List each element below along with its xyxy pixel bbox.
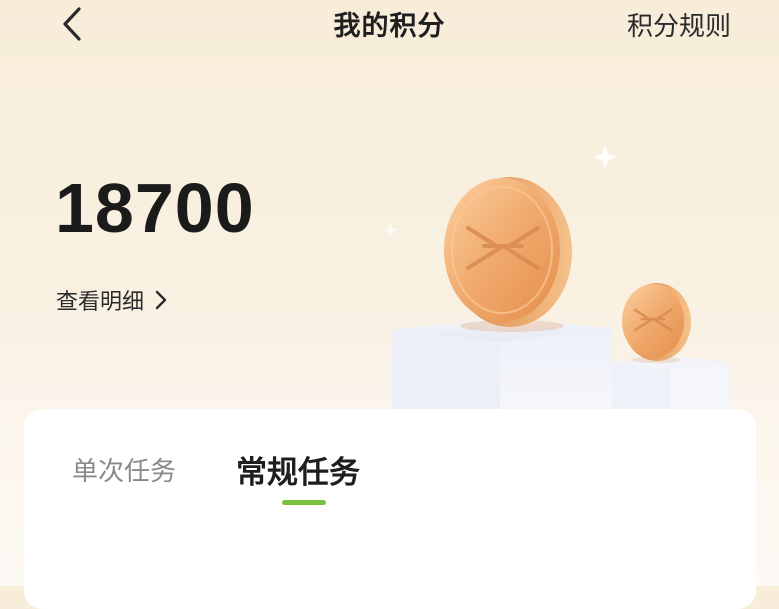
coin-icon (444, 177, 572, 332)
tab-regular-tasks[interactable]: 常规任务 (236, 447, 360, 492)
coins-illustration (380, 130, 760, 420)
large-pedestal (392, 318, 612, 420)
view-details-label: 查看明细 (56, 290, 145, 315)
chevron-right-icon (154, 289, 170, 311)
task-card: 单次任务 常规任务 (24, 409, 756, 609)
points-rules-link[interactable]: 积分规则 (627, 6, 731, 43)
active-tab-indicator (282, 500, 326, 505)
tab-one-time-tasks[interactable]: 单次任务 (72, 451, 176, 488)
points-balance: 18700 (55, 169, 255, 247)
view-details-link[interactable]: 查看明细 (56, 284, 170, 316)
coin-icon (622, 283, 691, 363)
sparkle-icon (593, 145, 617, 169)
